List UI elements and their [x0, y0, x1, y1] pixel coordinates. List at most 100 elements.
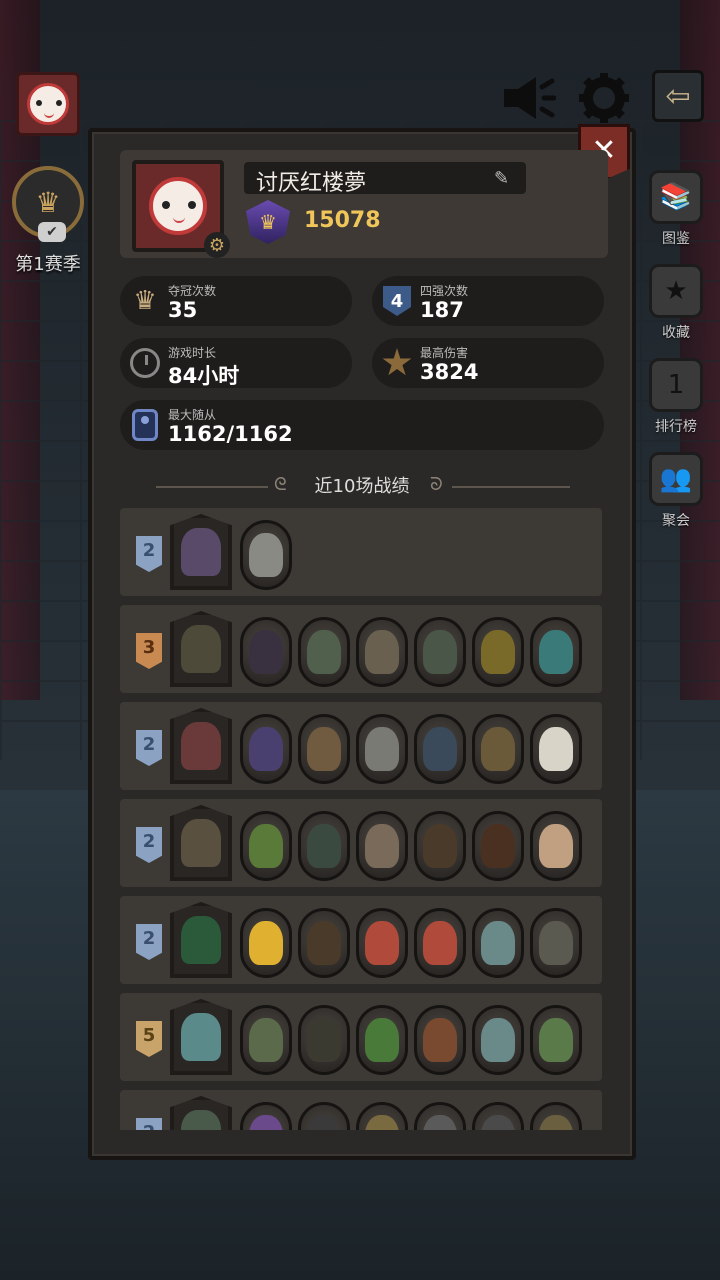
unit-card[interactable] [356, 908, 408, 978]
unit-card[interactable] [240, 811, 292, 881]
unit-card[interactable] [414, 714, 466, 784]
unit-card[interactable] [472, 908, 524, 978]
unit-card[interactable] [472, 714, 524, 784]
unit-card[interactable] [530, 908, 582, 978]
rank-score: 15078 [304, 208, 381, 233]
follower-icon [128, 408, 162, 442]
side-menu-guild[interactable]: 👥 聚会 [646, 452, 706, 530]
unit-icon [365, 727, 399, 771]
unit-card[interactable] [356, 714, 408, 784]
exit-arrow-icon: ⇦ [665, 78, 691, 114]
match-row[interactable]: 5 [120, 993, 602, 1081]
stat-champion-label: 夺冠次数 [168, 284, 217, 298]
settings-gear-icon[interactable] [576, 70, 632, 126]
unit-icon [539, 1115, 573, 1130]
unit-icon [481, 824, 515, 868]
unit-card[interactable] [530, 811, 582, 881]
unit-card[interactable] [298, 617, 350, 687]
side-menu-guild-label: 聚会 [662, 513, 690, 529]
unit-card[interactable] [240, 1005, 292, 1075]
unit-card[interactable] [240, 520, 292, 590]
match-history-list[interactable]: 2 3 2 2 2 5 2 [120, 508, 604, 1130]
side-menu-codex[interactable]: 📚 图鉴 [646, 170, 706, 248]
unit-icon [539, 824, 573, 868]
unit-card[interactable] [414, 1005, 466, 1075]
edit-pencil-icon[interactable]: ✎ [494, 168, 509, 189]
side-menu-codex-label: 图鉴 [662, 231, 690, 247]
unit-icon [307, 824, 341, 868]
match-row[interactable]: 2 [120, 702, 602, 790]
unit-card[interactable] [530, 714, 582, 784]
unit-card[interactable] [472, 617, 524, 687]
portrait-settings-gear-icon[interactable]: ⚙ [204, 232, 230, 258]
unit-card[interactable] [472, 1102, 524, 1130]
match-row[interactable]: 2 [120, 1090, 602, 1130]
unit-card[interactable] [298, 1102, 350, 1130]
crown-icon: ♛ [133, 286, 157, 316]
unit-card[interactable] [298, 908, 350, 978]
unit-card[interactable] [356, 811, 408, 881]
unit-icon [539, 630, 573, 674]
hero-portrait[interactable] [170, 611, 232, 687]
unit-card[interactable] [356, 1102, 408, 1130]
top-avatar-button[interactable] [16, 72, 80, 136]
unit-card[interactable] [530, 617, 582, 687]
unit-icon [365, 921, 399, 965]
hero-portrait[interactable] [170, 805, 232, 881]
exit-button[interactable]: ⇦ [652, 70, 704, 122]
unit-card[interactable] [356, 617, 408, 687]
hero-icon [181, 1110, 221, 1130]
hero-portrait[interactable] [170, 902, 232, 978]
unit-icon [307, 727, 341, 771]
unit-icon [365, 824, 399, 868]
unit-icon [423, 824, 457, 868]
hero-icon [181, 528, 221, 576]
unit-card[interactable] [298, 714, 350, 784]
unit-card[interactable] [414, 617, 466, 687]
unit-card[interactable] [530, 1102, 582, 1130]
stat-champion-value: 35 [168, 298, 198, 322]
unit-card[interactable] [472, 1005, 524, 1075]
match-row[interactable]: 2 [120, 799, 602, 887]
side-menu-ranking[interactable]: 1 排行榜 [646, 358, 706, 436]
unit-icon [481, 727, 515, 771]
hero-portrait[interactable] [170, 1096, 232, 1130]
match-row[interactable]: 2 [120, 508, 602, 596]
unit-icon [423, 1018, 457, 1062]
season-badge[interactable]: ♛ ✔ 第1赛季 [8, 166, 88, 276]
placement-badge: 2 [136, 827, 162, 863]
unit-card[interactable] [240, 908, 292, 978]
unit-icon [365, 630, 399, 674]
unit-card[interactable] [530, 1005, 582, 1075]
side-menu-collection[interactable]: ★ 收藏 [646, 264, 706, 342]
unit-card[interactable] [414, 908, 466, 978]
unit-card[interactable] [298, 1005, 350, 1075]
unit-icon [365, 1018, 399, 1062]
unit-card[interactable] [240, 1102, 292, 1130]
unit-card[interactable] [240, 617, 292, 687]
unit-card[interactable] [472, 811, 524, 881]
unit-icon [249, 630, 283, 674]
unit-card[interactable] [298, 811, 350, 881]
match-row[interactable]: 2 [120, 896, 602, 984]
unit-icon [539, 727, 573, 771]
placement-badge: 2 [136, 1118, 162, 1130]
announcement-speaker-icon[interactable] [500, 70, 556, 126]
people-icon: 👥 [649, 452, 703, 506]
unit-card[interactable] [240, 714, 292, 784]
unit-card[interactable] [414, 811, 466, 881]
hero-portrait[interactable] [170, 999, 232, 1075]
unit-card[interactable] [356, 1005, 408, 1075]
avatar-face-icon [27, 83, 69, 125]
match-row[interactable]: 3 [120, 605, 602, 693]
unit-card[interactable] [414, 1102, 466, 1130]
hero-portrait[interactable] [170, 514, 232, 590]
hero-icon [181, 625, 221, 673]
stat-top4-label: 四强次数 [420, 284, 469, 298]
check-icon: ✔ [38, 222, 66, 242]
stat-top4: 4 四强次数 187 [372, 276, 604, 326]
hero-portrait[interactable] [170, 708, 232, 784]
unit-icon [307, 921, 341, 965]
stat-max-damage-label: 最高伤害 [420, 346, 469, 360]
unit-icon [307, 630, 341, 674]
